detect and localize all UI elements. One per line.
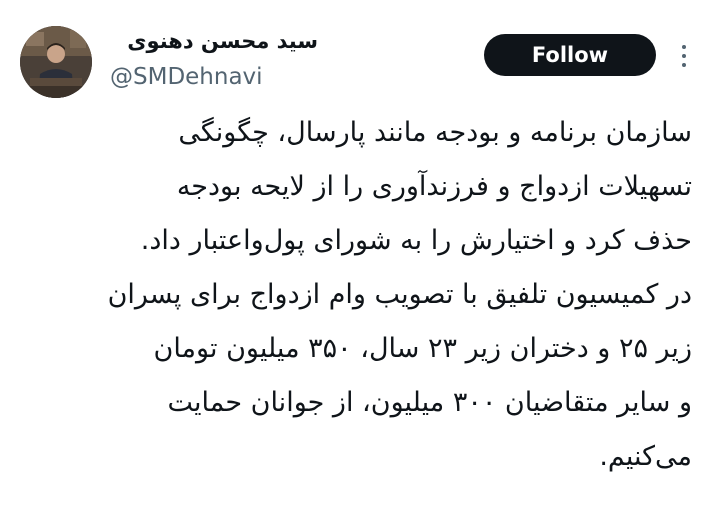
more-options-button[interactable] bbox=[674, 38, 694, 74]
follow-button[interactable]: Follow bbox=[484, 34, 656, 76]
tweet-line: در کمیسیون تلفیق با تصویب وام ازدواج برا… bbox=[107, 279, 692, 310]
author-handle[interactable]: @SMDehnavi bbox=[110, 62, 263, 92]
author-display-name[interactable]: سید محسن دهنوی bbox=[110, 26, 318, 56]
tweet-line: حذف کرد و اختیارش را به شورای پول‌واعتبا… bbox=[140, 225, 692, 256]
tweet-line: می‌کنیم. bbox=[599, 441, 692, 472]
more-vertical-icon bbox=[682, 45, 686, 49]
profile-photo-icon bbox=[20, 26, 92, 98]
tweet-line: زیر ۲۵ و دختران زیر ۲۳ سال، ۳۵۰ میلیون ت… bbox=[153, 333, 693, 364]
tweet-line: سازمان برنامه و بودجه مانند پارسال، چگون… bbox=[178, 117, 692, 148]
tweet-line: و سایر متقاضیان ۳۰۰ میلیون، از جوانان حم… bbox=[167, 387, 692, 418]
tweet-text: سازمان برنامه و بودجه مانند پارسال، چگون… bbox=[32, 106, 692, 484]
tweet-line: تسهیلات ازدواج و فرزندآوری را از لایحه ب… bbox=[176, 171, 692, 202]
avatar[interactable] bbox=[20, 26, 92, 98]
more-vertical-icon bbox=[682, 54, 686, 58]
more-vertical-icon bbox=[682, 63, 686, 67]
tweet-card: سید محسن دهنوی @SMDehnavi Follow سازمان … bbox=[0, 0, 720, 506]
